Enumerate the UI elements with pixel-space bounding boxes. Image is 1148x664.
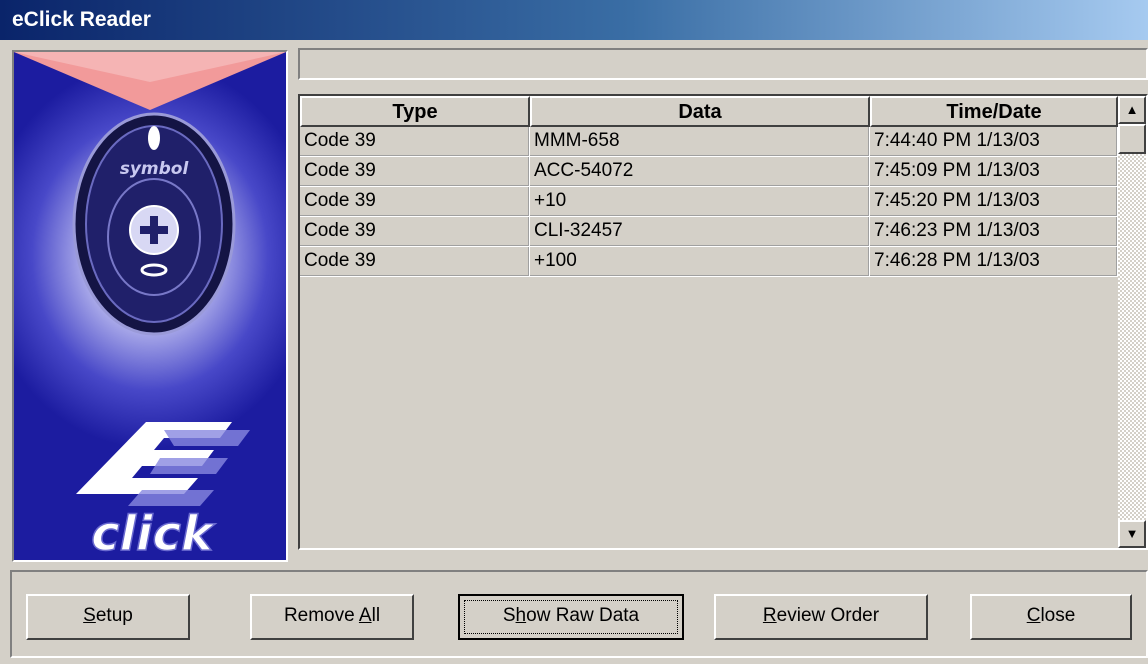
eclick-reader-window: eClick Reader symbol click Type Data Tim…: [0, 0, 1148, 664]
table-row[interactable]: Code 39 +10 7:45:20 PM 1/13/03: [300, 187, 1118, 217]
cell-data: ACC-54072: [530, 157, 870, 187]
cell-type: Code 39: [300, 217, 530, 247]
column-header-data[interactable]: Data: [530, 96, 870, 127]
scan-results-list[interactable]: Type Data Time/Date Code 39 MMM-658 7:44…: [298, 94, 1148, 550]
setup-button[interactable]: Setup: [26, 594, 190, 640]
cell-time-date: 7:46:23 PM 1/13/03: [870, 217, 1118, 247]
cell-type: Code 39: [300, 187, 530, 217]
review-order-button[interactable]: Review Order: [714, 594, 928, 640]
cell-type: Code 39: [300, 157, 530, 187]
cell-data: +10: [530, 187, 870, 217]
scanner-graphic-panel: symbol click: [12, 50, 288, 562]
table-row[interactable]: Code 39 +100 7:46:28 PM 1/13/03: [300, 247, 1118, 277]
focus-ring: [464, 600, 678, 634]
close-label-accel: C: [1026, 605, 1041, 626]
close-label-post: lose: [1040, 605, 1076, 626]
list-body: Type Data Time/Date Code 39 MMM-658 7:44…: [300, 96, 1118, 548]
cell-time-date: 7:45:20 PM 1/13/03: [870, 187, 1118, 217]
column-header-time-date[interactable]: Time/Date: [870, 96, 1118, 127]
title-bar[interactable]: eClick Reader: [0, 0, 1148, 40]
remove-all-label-accel: A: [358, 605, 372, 626]
cell-time-date: 7:44:40 PM 1/13/03: [870, 127, 1118, 157]
status-strip: [298, 48, 1148, 80]
remove-all-label-post: ll: [371, 605, 381, 626]
cell-time-date: 7:46:28 PM 1/13/03: [870, 247, 1118, 277]
remove-all-label-pre: Remove: [283, 605, 359, 626]
scroll-down-arrow-icon[interactable]: ▼: [1118, 520, 1146, 548]
scroll-up-arrow-icon[interactable]: ▲: [1118, 96, 1146, 124]
cell-time-date: 7:45:09 PM 1/13/03: [870, 157, 1118, 187]
list-header: Type Data Time/Date: [300, 96, 1118, 127]
review-order-label-accel: R: [762, 605, 777, 626]
table-row[interactable]: Code 39 ACC-54072 7:45:09 PM 1/13/03: [300, 157, 1118, 187]
symbol-brand-text: symbol: [120, 159, 190, 179]
table-row[interactable]: Code 39 MMM-658 7:44:40 PM 1/13/03: [300, 127, 1118, 157]
cell-data: MMM-658: [530, 127, 870, 157]
remove-all-button[interactable]: Remove All: [250, 594, 414, 640]
window-title: eClick Reader: [12, 8, 151, 31]
table-row[interactable]: Code 39 CLI-32457 7:46:23 PM 1/13/03: [300, 217, 1118, 247]
cell-type: Code 39: [300, 127, 530, 157]
scanner-illustration: symbol click: [14, 52, 286, 560]
scrollbar-thumb[interactable]: [1118, 124, 1146, 154]
vertical-scrollbar[interactable]: ▲ ▼: [1118, 96, 1146, 548]
cell-data: CLI-32457: [530, 217, 870, 247]
cell-type: Code 39: [300, 247, 530, 277]
cell-data: +100: [530, 247, 870, 277]
setup-label-post: etup: [95, 605, 133, 626]
close-button[interactable]: Close: [970, 594, 1132, 640]
review-order-label-post: eview Order: [776, 605, 880, 626]
column-header-type[interactable]: Type: [300, 96, 530, 127]
eclick-logo-text: click: [91, 506, 216, 560]
show-raw-data-button[interactable]: Show Raw Data: [458, 594, 684, 640]
setup-label-accel: S: [83, 605, 96, 626]
